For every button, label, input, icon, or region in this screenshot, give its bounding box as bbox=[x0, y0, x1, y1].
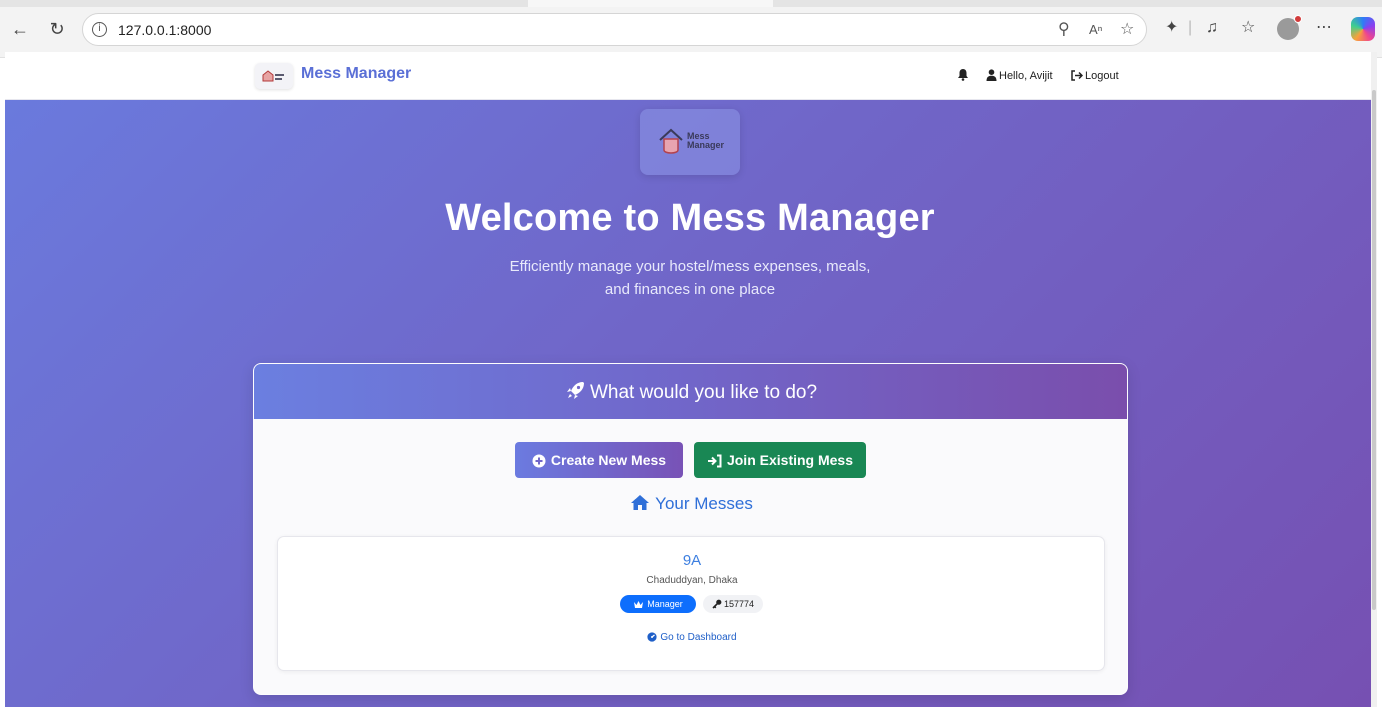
crown-icon bbox=[634, 601, 644, 608]
subtitle-line-1: Efficiently manage your hostel/mess expe… bbox=[509, 258, 871, 275]
media-icon[interactable]: ♫ bbox=[1206, 18, 1218, 38]
user-greeting: Hello, Avijit bbox=[999, 70, 1053, 82]
house-logo-icon bbox=[659, 128, 683, 154]
sign-in-icon bbox=[707, 454, 722, 468]
plus-circle-icon bbox=[532, 454, 546, 468]
profile-avatar[interactable] bbox=[1277, 15, 1302, 40]
zoom-icon[interactable]: ⚲ bbox=[1058, 21, 1070, 39]
active-tab[interactable] bbox=[528, 0, 773, 7]
page-subtitle: Efficiently manage your hostel/mess expe… bbox=[490, 255, 890, 301]
logout-label: Logout bbox=[1085, 70, 1119, 82]
logout-link[interactable]: Logout bbox=[1071, 68, 1119, 84]
page-title: Welcome to Mess Manager bbox=[445, 197, 935, 239]
subtitle-line-2: and finances in one place bbox=[604, 281, 776, 298]
more-menu-icon[interactable]: ⋯ bbox=[1316, 18, 1332, 38]
address-bar[interactable]: i 127.0.0.1:8000 ⚲ Aⁿ ☆ bbox=[82, 13, 1147, 46]
logout-icon bbox=[1071, 70, 1084, 81]
mess-card: 9A Chaduddyan, Dhaka Manager 157774 Go t… bbox=[277, 536, 1105, 671]
hero-logo: Mess Manager bbox=[640, 109, 740, 175]
hero-logo-text: Mess Manager bbox=[687, 132, 724, 150]
go-to-dashboard-link[interactable]: Go to Dashboard bbox=[278, 632, 1106, 643]
site-info-icon[interactable]: i bbox=[92, 22, 107, 37]
back-arrow-icon[interactable]: ← bbox=[9, 18, 31, 40]
mess-code-badge: 157774 bbox=[703, 595, 763, 613]
brand-logo-icon bbox=[262, 70, 284, 82]
your-messes-heading: Your Messes bbox=[254, 494, 1127, 514]
toolbar-divider: | bbox=[1188, 19, 1193, 36]
address-url[interactable]: 127.0.0.1:8000 bbox=[118, 22, 211, 38]
mess-code-text: 157774 bbox=[723, 599, 755, 609]
actions-card: What would you like to do? Create New Me… bbox=[253, 363, 1128, 695]
favorites-icon[interactable]: ☆ bbox=[1241, 18, 1255, 38]
create-mess-label: Create New Mess bbox=[550, 452, 667, 468]
scrollbar-thumb[interactable] bbox=[1372, 90, 1376, 610]
your-messes-heading-text: Your Messes bbox=[655, 494, 753, 513]
favorite-star-icon[interactable]: ☆ bbox=[1120, 21, 1134, 39]
actions-heading: What would you like to do? bbox=[254, 380, 1127, 404]
brand-name[interactable]: Mess Manager bbox=[301, 65, 411, 83]
reload-icon[interactable]: ↻ bbox=[46, 18, 68, 40]
join-mess-label: Join Existing Mess bbox=[726, 452, 854, 468]
actions-heading-text: What would you like to do? bbox=[589, 382, 818, 403]
notification-dot bbox=[1294, 15, 1302, 23]
extensions-icon[interactable]: ✦ bbox=[1165, 18, 1178, 38]
notification-bell-icon[interactable] bbox=[957, 68, 971, 84]
create-mess-button[interactable]: Create New Mess bbox=[515, 442, 683, 478]
user-icon bbox=[986, 69, 997, 81]
home-icon bbox=[631, 495, 650, 510]
brand-logo[interactable] bbox=[255, 63, 293, 89]
mess-name: 9A bbox=[682, 552, 702, 569]
join-mess-button[interactable]: Join Existing Mess bbox=[694, 442, 866, 478]
go-to-dashboard-label: Go to Dashboard bbox=[660, 632, 737, 643]
page-scrollbar[interactable] bbox=[1371, 52, 1377, 707]
mess-location: Chaduddyan, Dhaka bbox=[646, 575, 738, 586]
hero-logo-line2: Manager bbox=[687, 140, 725, 150]
role-badge-text: Manager bbox=[647, 599, 683, 609]
site-navbar: Mess Manager Hello, Avijit Logout bbox=[5, 52, 1371, 100]
user-menu[interactable]: Hello, Avijit bbox=[986, 68, 1053, 84]
dashboard-gauge-icon bbox=[647, 632, 658, 642]
rocket-icon bbox=[566, 382, 584, 399]
read-aloud-icon[interactable]: Aⁿ bbox=[1089, 21, 1102, 39]
browser-toolbar: ← ↻ i 127.0.0.1:8000 ⚲ Aⁿ ☆ ✦ | ♫ ☆ ⋯ bbox=[0, 0, 1382, 58]
copilot-icon[interactable] bbox=[1351, 17, 1375, 41]
actions-card-header: What would you like to do? bbox=[254, 364, 1127, 419]
page-content: Mess Manager Hello, Avijit Logout Mess Ma… bbox=[5, 52, 1377, 707]
tab-strip bbox=[0, 0, 1382, 7]
role-badge: Manager bbox=[620, 595, 696, 613]
key-icon bbox=[712, 599, 722, 609]
